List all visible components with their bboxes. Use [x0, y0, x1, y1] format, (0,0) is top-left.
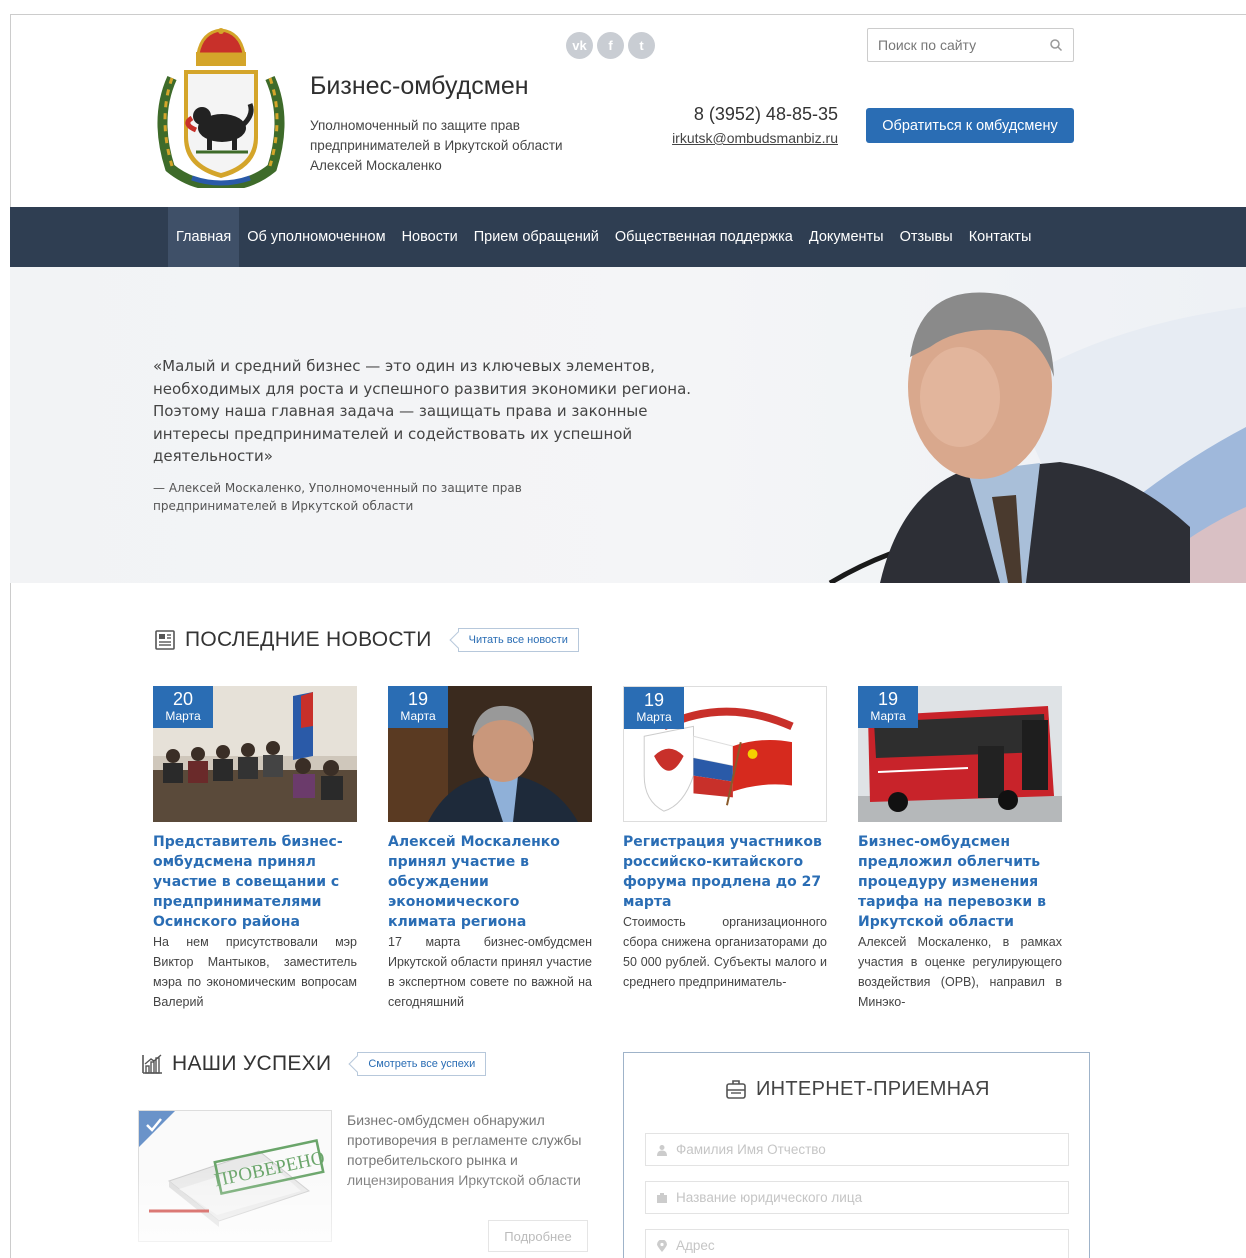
success-summary[interactable]: Бизнес-омбудсмен обнаружил противоречия …: [347, 1110, 587, 1190]
news-day: 19: [407, 689, 429, 709]
news-title-link[interactable]: Алексей Москаленко принял участие в обсу…: [388, 832, 592, 932]
successes-title: НАШИ УСПЕХИ: [172, 1052, 332, 1075]
news-month: Марта: [400, 709, 436, 723]
latest-news-title: ПОСЛЕДНИЕ НОВОСТИ: [185, 628, 432, 651]
company-name-input[interactable]: [676, 1190, 1056, 1205]
hero-banner: «Малый и средний бизнес — это один из кл…: [10, 267, 1246, 583]
read-all-news-link[interactable]: Читать все новости: [457, 628, 579, 652]
news-image[interactable]: 20 Марта: [153, 686, 357, 822]
news-month: Марта: [870, 709, 906, 723]
more-button[interactable]: Подробнее: [488, 1220, 588, 1252]
user-icon: [657, 1144, 667, 1156]
nav-item-about[interactable]: Об уполномоченном: [239, 207, 393, 267]
vk-icon[interactable]: vk: [566, 32, 593, 59]
news-date-badge: 19 Марта: [858, 686, 918, 728]
nav-item-home[interactable]: Главная: [168, 207, 240, 267]
address-input[interactable]: [676, 1238, 1056, 1253]
company-name-field: [645, 1181, 1069, 1214]
news-excerpt: 17 марта бизнес-омбудсмен Иркутской обла…: [388, 935, 592, 1009]
nav-item-appeals[interactable]: Прием обращений: [466, 207, 607, 267]
nav-item-documents[interactable]: Документы: [801, 207, 892, 267]
nav-item-reviews[interactable]: Отзывы: [892, 207, 961, 267]
site-subtitle: Уполномоченный по защите прав предприним…: [310, 118, 563, 173]
phone-number: 8 (3952) 48-85-35: [693, 104, 838, 124]
news-title-link[interactable]: Регистрация участников российско-китайск…: [623, 832, 827, 912]
news-image[interactable]: 19 Марта: [623, 686, 827, 822]
twitter-icon[interactable]: t: [628, 32, 655, 59]
location-pin-icon: [657, 1239, 667, 1252]
newspaper-icon: [155, 630, 175, 650]
nav-item-contacts[interactable]: Контакты: [961, 207, 1040, 267]
news-image[interactable]: 19 Марта: [388, 686, 592, 822]
full-name-field: [645, 1133, 1069, 1166]
full-name-input[interactable]: [676, 1142, 1056, 1157]
success-image[interactable]: ПРОВЕРЕНО: [138, 1110, 332, 1242]
search-icon[interactable]: [1049, 38, 1063, 52]
coat-of-arms-logo[interactable]: [152, 28, 290, 188]
news-day: 20: [172, 689, 194, 709]
hero-quote: «Малый и средний бизнес — это один из кл…: [153, 357, 692, 465]
news-month: Марта: [165, 709, 201, 723]
contact-ombudsman-button[interactable]: Обратиться к омбудсмену: [866, 108, 1074, 143]
news-title-link[interactable]: Бизнес-омбудсмен предложил облегчить про…: [858, 832, 1062, 932]
search-input[interactable]: [878, 37, 1038, 53]
news-card[interactable]: 20 Марта Представитель бизнес-омбудсмена…: [153, 686, 357, 1012]
site-title[interactable]: Бизнес-омбудсмен: [310, 72, 529, 101]
ombudsman-portrait-image: [828, 292, 1246, 583]
reception-header: ИНТЕРНЕТ-ПРИЕМНАЯ: [724, 1077, 990, 1101]
hero-quote-author: — Алексей Москаленко, Уполномоченный по …: [153, 481, 522, 513]
address-field: [645, 1229, 1069, 1258]
nav-item-public-support[interactable]: Общественная поддержка: [607, 207, 801, 267]
news-date-badge: 20 Марта: [153, 686, 213, 728]
view-all-successes-link[interactable]: Смотреть все успехи: [357, 1052, 487, 1076]
news-day: 19: [643, 690, 665, 710]
news-excerpt: Стоимость организационного сбора снижена…: [623, 915, 827, 989]
nav-item-news[interactable]: Новости: [394, 207, 466, 267]
news-card[interactable]: 19 Марта Алексей Москаленко принял участ…: [388, 686, 592, 1012]
news-date-badge: 19 Марта: [388, 686, 448, 728]
news-card[interactable]: 19 Марта Бизнес-омбудсмен предложил обле…: [858, 686, 1062, 1012]
main-nav: Главная Об уполномоченном Новости Прием …: [10, 207, 1246, 267]
news-title-link[interactable]: Представитель бизнес-омбудсмена принял у…: [153, 832, 357, 932]
search-box: [867, 28, 1074, 62]
news-image[interactable]: 19 Марта: [858, 686, 1062, 822]
news-month: Марта: [636, 710, 672, 724]
verified-stamp-image: ПРОВЕРЕНО: [139, 1111, 331, 1241]
email-link[interactable]: irkutsk@ombudsmanbiz.ru: [640, 130, 838, 146]
social-links: vk f t: [566, 32, 655, 59]
news-date-badge: 19 Марта: [624, 687, 684, 729]
news-excerpt: На нем присутствовали мэр Виктор Мантыко…: [153, 935, 357, 1009]
latest-news-header: ПОСЛЕДНИЕ НОВОСТИ Читать все новости: [153, 628, 579, 652]
internet-reception-form: ИНТЕРНЕТ-ПРИЕМНАЯ: [623, 1052, 1090, 1258]
successes-header: НАШИ УСПЕХИ Смотреть все успехи: [140, 1052, 487, 1076]
bar-chart-icon: [142, 1054, 162, 1074]
reception-title: ИНТЕРНЕТ-ПРИЕМНАЯ: [756, 1077, 990, 1100]
news-card[interactable]: 19 Марта Регистрация участников российск…: [623, 686, 827, 992]
news-excerpt: Алексей Москаленко, в рамках участия в о…: [858, 935, 1062, 1009]
news-day: 19: [877, 689, 899, 709]
briefcase-icon: [726, 1080, 746, 1099]
building-icon: [657, 1192, 667, 1203]
facebook-icon[interactable]: f: [597, 32, 624, 59]
